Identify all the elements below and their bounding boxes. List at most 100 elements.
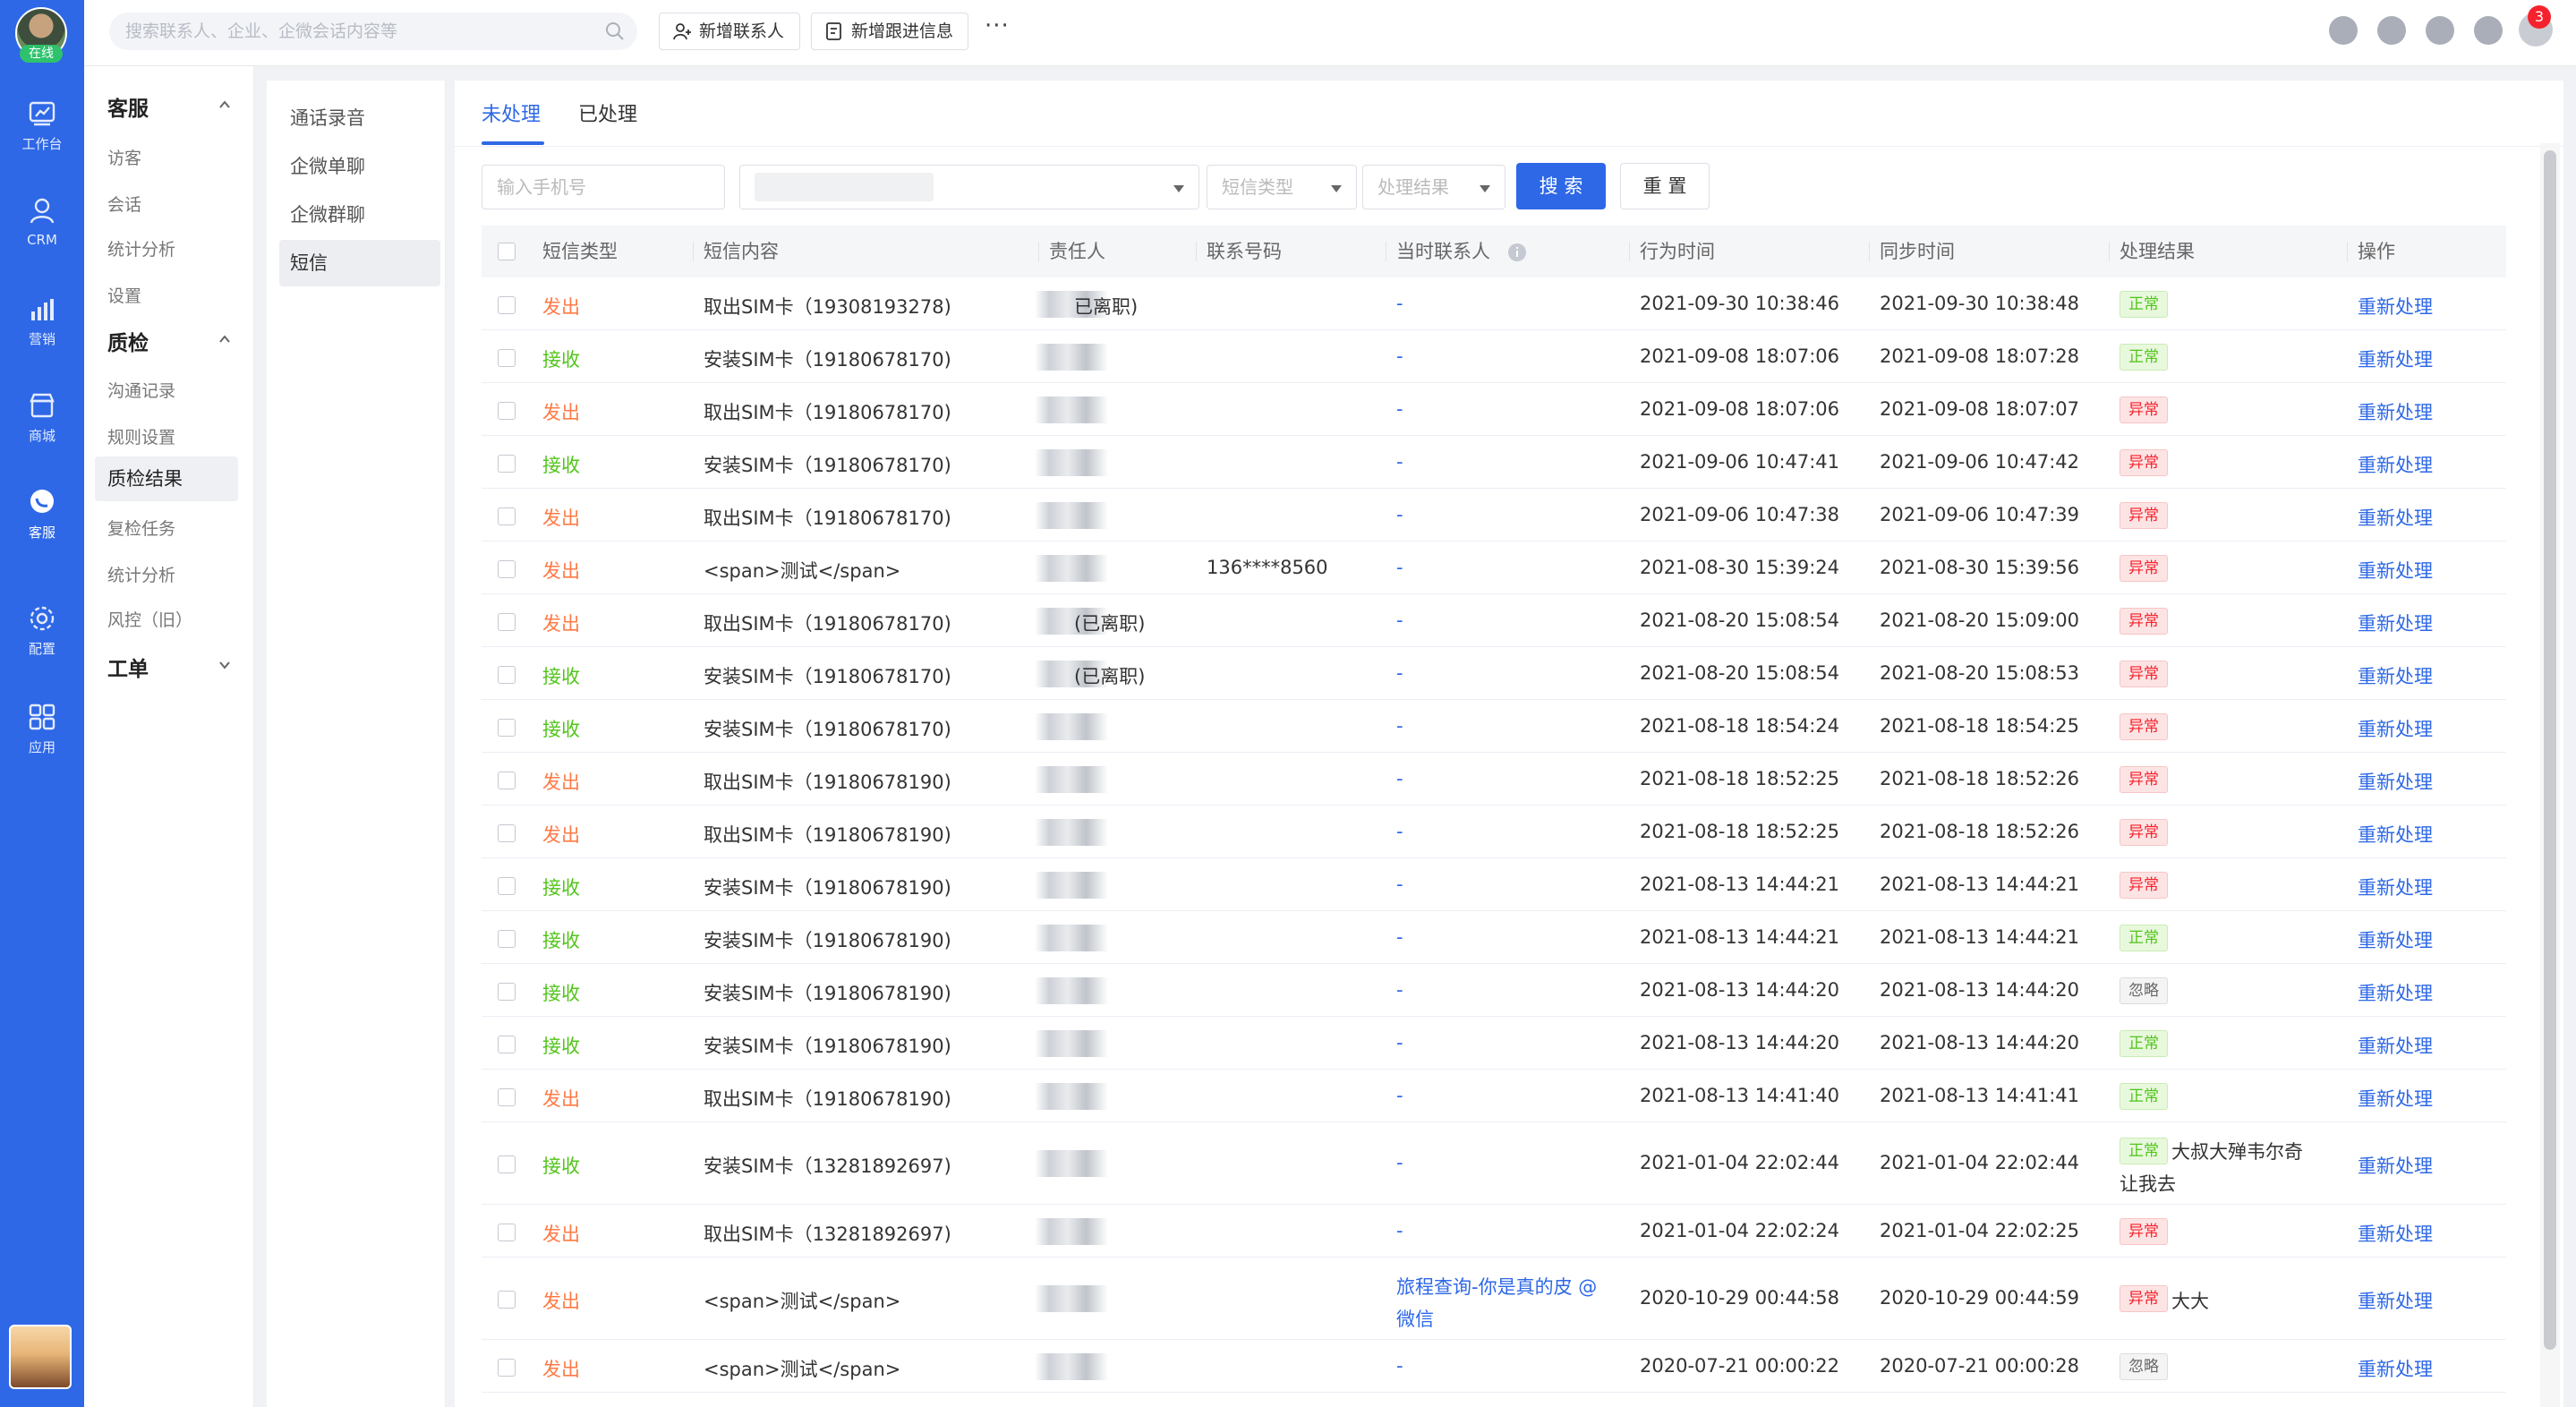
rail-item-service[interactable]: 客服	[0, 474, 84, 557]
result-select[interactable]: 处理结果	[1362, 165, 1506, 209]
reprocess-link[interactable]: 重新处理	[2358, 662, 2433, 689]
row-checkbox[interactable]	[498, 1155, 516, 1173]
reprocess-link[interactable]: 重新处理	[2358, 715, 2433, 742]
add-followup-button[interactable]: 新增跟进信息	[811, 13, 968, 50]
table-row: 发出 取出SIM卡（19180678170) (已离职) - 2021-08-20 15…	[482, 594, 2506, 647]
rail-item-store[interactable]: 商城	[0, 378, 84, 460]
reprocess-link[interactable]: 重新处理	[2358, 1152, 2433, 1179]
reprocess-link[interactable]: 重新处理	[2358, 293, 2433, 320]
reprocess-link[interactable]: 重新处理	[2358, 398, 2433, 425]
vertical-scrollbar[interactable]	[2544, 150, 2556, 1350]
sms-content: 安装SIM卡（19180678190)	[704, 983, 951, 1004]
reprocess-link[interactable]: 重新处理	[2358, 1287, 2433, 1314]
tab-processed[interactable]: 已处理	[578, 98, 637, 127]
sync-time: 2021-09-06 10:47:39	[1880, 504, 2080, 525]
row-checkbox[interactable]	[498, 824, 516, 842]
chevron-down-icon[interactable]	[218, 659, 231, 671]
row-checkbox[interactable]	[498, 1291, 516, 1309]
sms-type: 接收	[542, 719, 580, 740]
row-checkbox[interactable]	[498, 719, 516, 737]
menu-group-qc[interactable]: 质检	[107, 326, 149, 356]
reprocess-link[interactable]: 重新处理	[2358, 1355, 2433, 1382]
reprocess-link[interactable]: 重新处理	[2358, 345, 2433, 372]
reprocess-link[interactable]: 重新处理	[2358, 821, 2433, 848]
search-button[interactable]: 搜 索	[1516, 163, 1606, 209]
action-time: 2021-09-08 18:07:06	[1640, 345, 1840, 367]
reprocess-link[interactable]: 重新处理	[2358, 1220, 2433, 1247]
channel-sms[interactable]: 短信	[279, 240, 440, 286]
result-tag: 忽略	[2120, 977, 2168, 1004]
row-checkbox[interactable]	[498, 772, 516, 789]
row-checkbox[interactable]	[498, 613, 516, 631]
menu-item-qc-stats[interactable]: 统计分析	[107, 562, 175, 586]
menu-item-settings[interactable]: 设置	[107, 283, 141, 307]
row-checkbox[interactable]	[498, 930, 516, 948]
menu-item-risk-old[interactable]: 风控（旧）	[107, 607, 192, 631]
contact-link[interactable]: 旅程查询-你是真的皮 @	[1396, 1273, 1597, 1300]
row-checkbox[interactable]	[498, 296, 516, 314]
add-contact-button[interactable]: 新增联系人	[659, 13, 800, 50]
select-all-checkbox[interactable]	[498, 243, 516, 260]
reprocess-link[interactable]: 重新处理	[2358, 451, 2433, 478]
row-checkbox[interactable]	[498, 349, 516, 367]
reprocess-link[interactable]: 重新处理	[2358, 610, 2433, 636]
reprocess-link[interactable]: 重新处理	[2358, 1032, 2433, 1059]
channel-wecom-group[interactable]: 企微群聊	[279, 192, 440, 238]
reprocess-link[interactable]: 重新处理	[2358, 926, 2433, 953]
owner-select[interactable]	[739, 165, 1199, 209]
agent-avatar[interactable]	[9, 1325, 72, 1389]
menu-item-rules[interactable]: 规则设置	[107, 424, 175, 448]
menu-item-session[interactable]: 会话	[107, 192, 141, 216]
row-checkbox[interactable]	[498, 666, 516, 684]
reprocess-link[interactable]: 重新处理	[2358, 504, 2433, 531]
sms-type-select[interactable]: 短信类型	[1207, 165, 1357, 209]
row-checkbox[interactable]	[498, 1359, 516, 1377]
menu-item-qc-results[interactable]: 质检结果	[95, 456, 238, 501]
row-checkbox[interactable]	[498, 560, 516, 578]
channel-call-recording[interactable]: 通话录音	[279, 95, 440, 141]
phone-input[interactable]: 输入手机号	[482, 165, 725, 209]
menu-group-service[interactable]: 客服	[107, 91, 149, 122]
menu-group-ticket[interactable]: 工单	[107, 652, 149, 682]
row-checkbox[interactable]	[498, 402, 516, 420]
result-tag: 正常	[2120, 925, 2168, 951]
more-menu-button[interactable]: ···	[985, 13, 1010, 39]
tab-unprocessed[interactable]: 未处理	[482, 98, 541, 127]
channel-wecom-single[interactable]: 企微单聊	[279, 143, 440, 190]
global-search-input[interactable]: 搜索联系人、企业、企微会话内容等	[109, 13, 637, 50]
action-time: 2021-09-06 10:47:41	[1640, 451, 1840, 473]
row-checkbox[interactable]	[498, 1088, 516, 1106]
rail-item-config[interactable]: 配置	[0, 591, 84, 673]
reprocess-link[interactable]: 重新处理	[2358, 557, 2433, 584]
rail-item-marketing[interactable]: 营销	[0, 281, 84, 363]
info-icon[interactable]	[1507, 243, 1527, 262]
rail-item-workbench[interactable]: 工作台	[0, 86, 84, 168]
row-checkbox[interactable]	[498, 877, 516, 895]
menu-item-visitor[interactable]: 访客	[107, 145, 141, 169]
menu-item-recheck[interactable]: 复检任务	[107, 516, 175, 540]
chevron-up-icon[interactable]	[218, 333, 231, 345]
reprocess-link[interactable]: 重新处理	[2358, 874, 2433, 900]
bell-icon[interactable]	[2377, 16, 2406, 45]
row-checkbox[interactable]	[498, 1036, 516, 1053]
rail-item-crm[interactable]: CRM	[0, 183, 84, 265]
row-checkbox[interactable]	[498, 507, 516, 525]
info-icon[interactable]	[2474, 16, 2503, 45]
col-operation: 操作	[2347, 226, 2395, 277]
result-tag: 正常	[2120, 1083, 2168, 1110]
reprocess-link[interactable]: 重新处理	[2358, 1085, 2433, 1112]
reset-button[interactable]: 重 置	[1620, 163, 1710, 209]
row-checkbox[interactable]	[498, 455, 516, 473]
chevron-up-icon[interactable]	[218, 98, 231, 111]
chevron-down-icon	[1480, 185, 1490, 192]
menu-item-stats[interactable]: 统计分析	[107, 236, 175, 260]
menu-item-comm-records[interactable]: 沟通记录	[107, 378, 175, 402]
contact-link-source[interactable]: 微信	[1396, 1305, 1434, 1332]
reprocess-link[interactable]: 重新处理	[2358, 979, 2433, 1006]
share-icon[interactable]	[2329, 16, 2358, 45]
reprocess-link[interactable]: 重新处理	[2358, 768, 2433, 795]
row-checkbox[interactable]	[498, 983, 516, 1001]
row-checkbox[interactable]	[498, 1224, 516, 1241]
rail-item-apps[interactable]: 应用	[0, 689, 84, 772]
wechat-icon[interactable]	[2426, 16, 2454, 45]
